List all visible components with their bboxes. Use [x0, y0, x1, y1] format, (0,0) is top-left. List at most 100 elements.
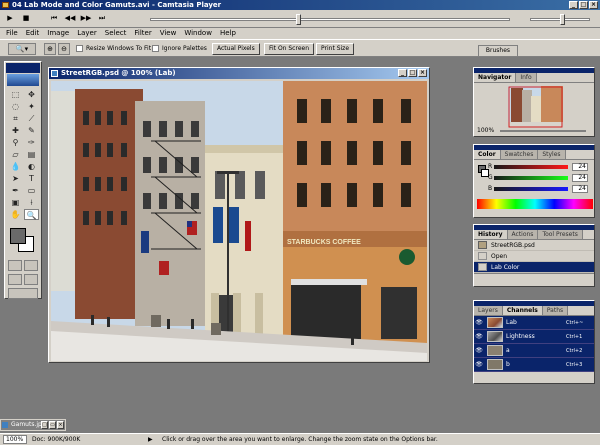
menu-file[interactable]: File	[6, 28, 18, 39]
eye-icon[interactable]: 👁	[474, 319, 484, 326]
history-item-selected[interactable]: Lab Color	[474, 262, 594, 273]
close-button[interactable]: ×	[589, 1, 598, 9]
jump-to-imageready-icon[interactable]	[8, 288, 38, 299]
channel-row[interactable]: 👁 Lightness Ctrl+1	[474, 330, 594, 344]
menu-filter[interactable]: Filter	[134, 28, 151, 39]
stop-button[interactable]: ■	[20, 13, 32, 24]
zoom-out-icon[interactable]: ⊖	[58, 43, 70, 55]
channel-row[interactable]: 👁 a Ctrl+2	[474, 344, 594, 358]
eye-icon[interactable]: 👁	[474, 361, 484, 368]
minimized-document-window[interactable]: Gamuts.jpg □ ▭ ×	[0, 419, 66, 431]
color-r-value[interactable]: 24	[572, 163, 588, 171]
standard-mode-icon[interactable]	[8, 260, 22, 271]
clone-stamp-tool-icon[interactable]: ⚲	[8, 137, 23, 148]
menu-help[interactable]: Help	[220, 28, 236, 39]
notes-tool-icon[interactable]: ▣	[8, 197, 23, 208]
dodge-tool-icon[interactable]: ◐	[24, 161, 39, 172]
tab-navigator[interactable]: Navigator	[474, 73, 517, 82]
navigator-zoom-value[interactable]: 100%	[477, 127, 494, 134]
tab-paths[interactable]: Paths	[542, 306, 569, 315]
minimize-button[interactable]: _	[569, 1, 578, 9]
close-button[interactable]: ×	[57, 421, 64, 429]
print-size-button[interactable]: Print Size	[316, 43, 355, 55]
menu-select[interactable]: Select	[105, 28, 127, 39]
tab-color[interactable]: Color	[474, 150, 501, 159]
type-tool-icon[interactable]: T	[24, 173, 39, 184]
actual-pixels-button[interactable]: Actual Pixels	[212, 43, 260, 55]
menu-edit[interactable]: Edit	[26, 28, 40, 39]
tab-styles[interactable]: Styles	[538, 150, 566, 159]
fast-forward-button[interactable]: ▶▶	[80, 13, 92, 24]
tab-history[interactable]: History	[474, 230, 508, 239]
navigator-thumbnail[interactable]	[508, 86, 563, 128]
eye-icon[interactable]: 👁	[474, 347, 484, 354]
color-g-slider[interactable]	[494, 176, 568, 180]
menu-window[interactable]: Window	[184, 28, 212, 39]
ignore-palettes-checkbox[interactable]	[152, 45, 159, 52]
tab-swatches[interactable]: Swatches	[500, 150, 539, 159]
menu-layer[interactable]: Layer	[77, 28, 97, 39]
history-snapshot[interactable]: StreetRGB.psd	[474, 240, 594, 251]
street-photo-canvas[interactable]: STARBUCKS COFFEE	[51, 81, 427, 361]
healing-brush-tool-icon[interactable]: ✚	[8, 125, 23, 136]
move-tool-icon[interactable]: ✥	[24, 89, 39, 100]
marquee-tool-icon[interactable]: ⬚	[8, 89, 23, 100]
eye-icon[interactable]: 👁	[474, 333, 484, 340]
tab-tool-presets[interactable]: Tool Presets	[538, 230, 583, 239]
photoshop-logo[interactable]	[7, 74, 39, 86]
history-brush-tool-icon[interactable]: ✑	[24, 137, 39, 148]
eyedropper-tool-icon[interactable]: ⟊	[24, 197, 39, 208]
foreground-color-swatch[interactable]	[10, 228, 26, 244]
tab-layers[interactable]: Layers	[474, 306, 503, 315]
doc-minimize-button[interactable]: _	[398, 69, 407, 77]
slice-tool-icon[interactable]: ⟋	[24, 113, 39, 124]
color-g-value[interactable]: 24	[572, 174, 588, 182]
status-zoom-field[interactable]: 100%	[3, 435, 27, 444]
tab-actions[interactable]: Actions	[507, 230, 539, 239]
rewind-button[interactable]: ◀◀	[64, 13, 76, 24]
menu-image[interactable]: Image	[47, 28, 69, 39]
quick-mask-mode-icon[interactable]	[24, 260, 38, 271]
volume-thumb[interactable]	[560, 14, 565, 25]
navigator-zoom-slider[interactable]	[500, 130, 586, 132]
zoom-tool-preset[interactable]: 🔍▾	[8, 43, 36, 55]
skip-end-button[interactable]: ⏭	[96, 13, 108, 24]
color-b-value[interactable]: 24	[572, 185, 588, 193]
zoom-in-icon[interactable]: ⊕	[44, 43, 56, 55]
crop-tool-icon[interactable]: ⌗	[8, 113, 23, 124]
tab-info[interactable]: Info	[516, 73, 537, 82]
resize-windows-checkbox[interactable]	[76, 45, 83, 52]
shape-tool-icon[interactable]: ▭	[24, 185, 39, 196]
gradient-tool-icon[interactable]: ▤	[24, 149, 39, 160]
lasso-tool-icon[interactable]: ◌	[8, 101, 23, 112]
channel-row[interactable]: 👁 Lab Ctrl+~	[474, 316, 594, 330]
eraser-tool-icon[interactable]: ▱	[8, 149, 23, 160]
seek-track[interactable]	[150, 18, 510, 21]
path-selection-tool-icon[interactable]: ➤	[8, 173, 23, 184]
doc-close-button[interactable]: ×	[418, 69, 427, 77]
blur-tool-icon[interactable]: 💧	[8, 161, 23, 172]
tab-channels[interactable]: Channels	[502, 306, 543, 315]
seek-thumb[interactable]	[296, 14, 301, 25]
pen-tool-icon[interactable]: ✒	[8, 185, 23, 196]
doc-maximize-button[interactable]: □	[408, 69, 417, 77]
zoom-tool-icon[interactable]: 🔍	[24, 209, 39, 220]
skip-start-button[interactable]: ⏮	[48, 13, 60, 24]
menu-view[interactable]: View	[160, 28, 177, 39]
restore-button[interactable]: □	[41, 421, 48, 429]
brush-tool-icon[interactable]: ✎	[24, 125, 39, 136]
color-r-slider[interactable]	[494, 165, 568, 169]
screen-mode-standard-icon[interactable]	[8, 274, 22, 285]
document-title-bar[interactable]: StreetRGB.psd @ 100% (Lab) _ □ ×	[49, 68, 429, 79]
color-spectrum-ramp[interactable]	[477, 199, 593, 209]
hand-tool-icon[interactable]: ✋	[8, 209, 23, 220]
screen-mode-full-icon[interactable]	[24, 274, 38, 285]
history-item[interactable]: Open	[474, 251, 594, 262]
magic-wand-tool-icon[interactable]: ✦	[24, 101, 39, 112]
maximize-button[interactable]: ▭	[49, 421, 56, 429]
color-b-slider[interactable]	[494, 187, 568, 191]
maximize-button[interactable]: □	[579, 1, 588, 9]
fit-on-screen-button[interactable]: Fit On Screen	[264, 43, 315, 55]
brushes-tab[interactable]: Brushes	[478, 45, 518, 56]
channel-row[interactable]: 👁 b Ctrl+3	[474, 358, 594, 372]
